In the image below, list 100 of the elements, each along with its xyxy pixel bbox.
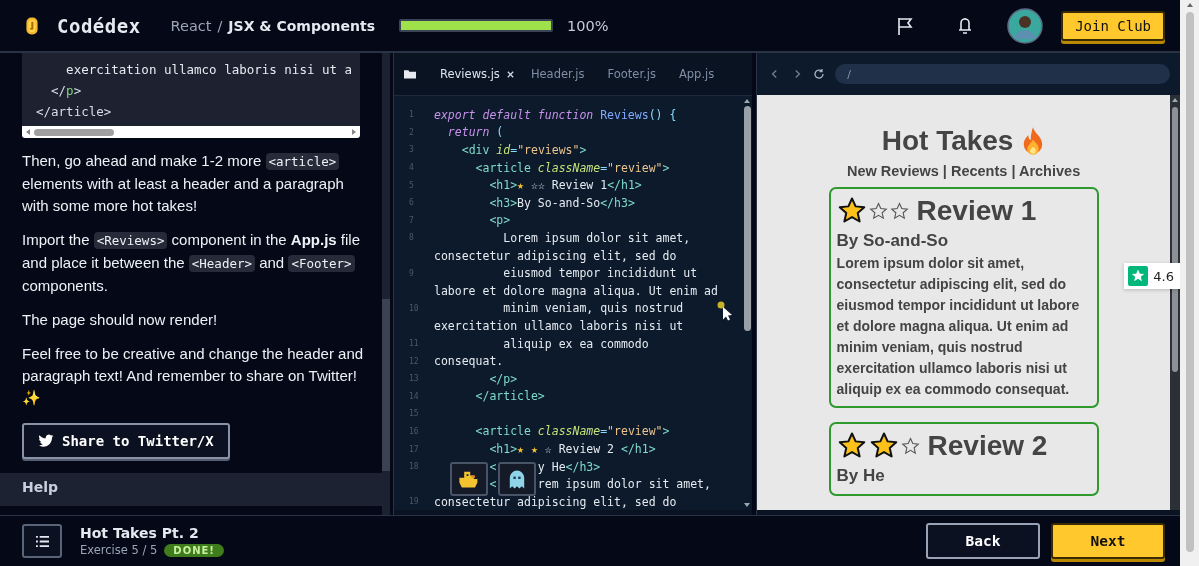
instruction-text: Then, go ahead and make 1-2 more <article> elements with at least a header and a paragraph with some more hot takes!: [22, 151, 345, 216]
help-title: Help: [22, 479, 59, 495]
line-number: 2: [408, 127, 415, 137]
mouse-pointer-icon: [717, 301, 733, 321]
review-text: Lorem ipsum dolor sit amet, consectetur adipiscing elit, sed do eiusmod tempor incididunt ut labore et dolore magna aliqua. Ut enim ad minim veniam, quis nostrud exercitation ullamco laboris nisi ut aliquip ex ea commodo consequat.: [836, 254, 1081, 399]
instruction-text: Feel free to be creative and change the header and paragraph text! And remember to share on Twitter! ✨: [22, 344, 365, 408]
code-line: labore et dolore magna aliqua. Ut enim ad: [434, 283, 718, 298]
code-line: consectetur adipiscing elit, sed do: [434, 248, 677, 263]
share-button[interactable]: Share to Twitter/X: [22, 423, 230, 459]
instruction-text: Import the <Reviews> component in the App.js file and place it between the <Header> and <Footer> components.: [22, 230, 362, 296]
review-author: By So-and-So: [836, 231, 950, 251]
folder-icon[interactable]: [404, 69, 416, 79]
code-line: </p>: [489, 371, 518, 386]
progress-percent: 100%: [567, 17, 609, 34]
ghost-button[interactable]: [498, 462, 536, 496]
scroll-down-icon[interactable]: [743, 502, 752, 508]
code-line: <h1>★ ★ ☆ Review 2 </h1>: [489, 442, 656, 457]
code-line: Lorem ipsum dolor sit amet,: [503, 230, 691, 245]
vertical-scrollbar[interactable]: [382, 53, 390, 515]
url-field[interactable]: /: [835, 64, 1170, 84]
line-number: 10: [408, 303, 420, 313]
page-navigation: New Reviews | Recents | Archives: [846, 163, 1081, 179]
list-icon: [34, 534, 50, 548]
line-number: 13: [408, 374, 420, 384]
next-button[interactable]: Next: [1051, 523, 1165, 559]
page-title: Hot Takes: [881, 125, 1014, 157]
review-author: By He: [836, 466, 886, 486]
star-outline-icon: [900, 436, 920, 456]
scroll-up-icon[interactable]: [1185, 2, 1194, 8]
code-line: return (: [447, 125, 504, 140]
line-number: 15: [408, 409, 420, 419]
star-outline-icon: [868, 201, 888, 221]
code-line: <article className="review">: [475, 424, 670, 439]
file-tab[interactable]: Footer.js: [595, 67, 667, 81]
line-number: 16: [408, 427, 420, 436]
vertical-scrollbar[interactable]: [742, 96, 753, 510]
help-section-header[interactable]: Help: [0, 473, 382, 506]
line-number: 1: [408, 110, 415, 120]
scroll-up-icon[interactable]: [743, 98, 752, 104]
file-tab[interactable]: Reviews.js: [428, 67, 506, 81]
rating-value: 4.6: [1153, 268, 1174, 284]
chapter-title: JSX & Components: [228, 17, 375, 34]
line-number: 3: [408, 145, 415, 155]
status-badge: DONE!: [164, 543, 224, 557]
logo-wordmark[interactable]: Codédex: [57, 14, 141, 37]
line-number: 18: [408, 462, 420, 472]
star-icon: [868, 431, 899, 461]
close-icon[interactable]: [505, 69, 515, 79]
page-scrollbar[interactable]: [1180, 0, 1199, 566]
code-line: consequat.: [434, 354, 504, 369]
line-number: 12: [408, 356, 420, 366]
breadcrumb-separator: /: [217, 17, 223, 34]
bird-icon: [38, 434, 54, 448]
code-line: <p>: [489, 213, 511, 228]
code-line: minim veniam, quis nostrud: [503, 301, 684, 316]
code-line: y He</h3>: [537, 459, 601, 474]
line-number: 7: [408, 215, 415, 225]
code-line: eiusmod tempor incididunt ut: [503, 266, 698, 281]
star-icon: [836, 431, 867, 461]
code-line: <article className="review">: [475, 160, 670, 175]
code-line: aliquip ex ea commodo: [503, 336, 649, 351]
course-link[interactable]: React: [170, 17, 212, 34]
line-number: 11: [408, 339, 420, 348]
review-heading: Review 2: [927, 430, 1048, 462]
star-outline-icon: [889, 201, 909, 221]
star-icon: [836, 196, 867, 226]
scroll-right-icon[interactable]: [351, 128, 357, 136]
line-number: 14: [408, 391, 420, 401]
join-club-button[interactable]: Join Club: [1061, 10, 1165, 41]
instruction-text: The page should now render!: [22, 310, 219, 330]
coin-logo-icon: [25, 15, 39, 36]
code-line: <h3>By So-and-So</h3>: [489, 195, 635, 210]
file-tab[interactable]: App.js: [666, 67, 726, 81]
rating-widget[interactable]: 4.6: [1124, 263, 1180, 289]
reload-icon[interactable]: [813, 68, 826, 80]
scroll-up-icon[interactable]: [1171, 97, 1179, 103]
code-line: rem ipsum dolor sit amet,: [537, 477, 711, 492]
duck-button[interactable]: [450, 462, 488, 496]
menu-button[interactable]: [22, 524, 62, 558]
code-line: <h1>★ ☆☆ Review 1</h1>: [489, 178, 642, 193]
scroll-left-icon[interactable]: [25, 128, 31, 136]
file-tab[interactable]: Header.js: [518, 67, 596, 81]
code-line: export default function Reviews() {: [434, 107, 677, 122]
code-line: consectetur adipiscing elit, sed do: [434, 494, 677, 509]
code-line: <: [489, 459, 497, 474]
code-line: </article>: [475, 389, 545, 404]
line-number: 4: [408, 163, 415, 173]
review-heading: Review 1: [916, 195, 1037, 227]
code-line: <div id="reviews">: [461, 143, 587, 157]
exercise-counter: Exercise 5 / 5: [80, 543, 158, 557]
code-line: exercitation ullamco laboris nisi ut: [434, 318, 684, 333]
code-snippet: exercitation ullamco laboris nisi ut a </p> </article>: [22, 53, 360, 126]
exercise-title: Hot Takes Pt. 2: [80, 525, 200, 541]
avatar[interactable]: [1007, 7, 1044, 44]
code-line: <: [489, 477, 497, 492]
line-number: 5: [408, 180, 415, 190]
line-number: 17: [408, 444, 420, 454]
horizontal-scrollbar[interactable]: [22, 126, 360, 138]
back-button[interactable]: Back: [926, 523, 1040, 559]
line-number: 9: [408, 268, 415, 278]
